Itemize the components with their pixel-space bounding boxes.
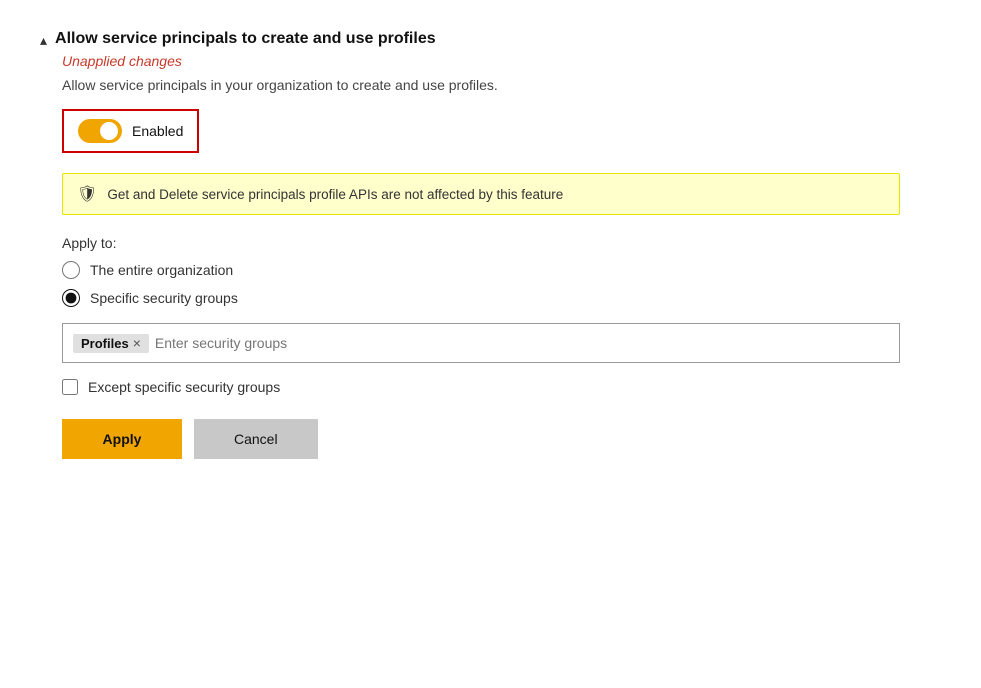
info-banner-text: Get and Delete service principals profil… — [107, 187, 563, 202]
radio-entire-org[interactable]: The entire organization — [62, 261, 900, 279]
unapplied-changes-label: Unapplied changes — [62, 53, 900, 69]
apply-button[interactable]: Apply — [62, 419, 182, 459]
except-checkbox-label[interactable]: Except specific security groups — [62, 379, 900, 395]
except-checkbox-text: Except specific security groups — [88, 379, 280, 395]
apply-to-label: Apply to: — [62, 235, 900, 251]
main-container: ▴ Allow service principals to create and… — [40, 30, 900, 459]
except-checkbox-input[interactable] — [62, 379, 78, 395]
tag-label: Profiles — [81, 336, 129, 351]
collapse-icon[interactable]: ▴ — [40, 32, 47, 49]
radio-entire-org-input[interactable] — [62, 261, 80, 279]
enabled-toggle[interactable] — [78, 119, 122, 143]
shield-icon: 🛡 — [77, 184, 97, 204]
info-banner: 🛡 Get and Delete service principals prof… — [62, 173, 900, 215]
section-description: Allow service principals in your organiz… — [62, 77, 900, 93]
radio-specific-groups-label: Specific security groups — [90, 290, 238, 306]
toggle-label: Enabled — [132, 123, 183, 139]
button-row: Apply Cancel — [62, 419, 900, 459]
toggle-container: Enabled — [62, 109, 199, 153]
radio-specific-groups[interactable]: Specific security groups — [62, 289, 900, 307]
section-title: Allow service principals to create and u… — [55, 30, 436, 48]
section-header: ▴ Allow service principals to create and… — [40, 30, 900, 49]
cancel-button[interactable]: Cancel — [194, 419, 318, 459]
security-groups-input-container: Profiles × — [62, 323, 900, 363]
profiles-tag: Profiles × — [73, 334, 149, 353]
tag-remove-button[interactable]: × — [133, 336, 141, 350]
radio-group: The entire organization Specific securit… — [62, 261, 900, 307]
security-groups-text-input[interactable] — [155, 335, 889, 351]
radio-entire-org-label: The entire organization — [90, 262, 233, 278]
radio-specific-groups-input[interactable] — [62, 289, 80, 307]
